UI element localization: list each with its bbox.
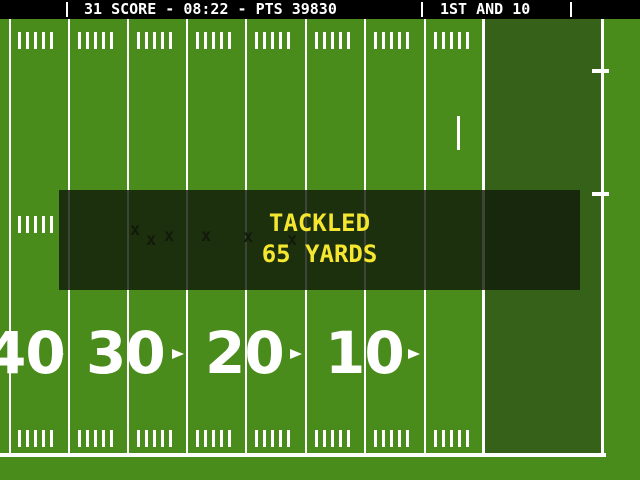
hash-marks [137, 430, 172, 447]
play-result-yards: 65 YARDS [261, 240, 378, 268]
hash-marks [196, 430, 231, 447]
direction-arrow-icon [172, 349, 184, 359]
direction-arrow-icon [408, 349, 420, 359]
hash-marks [255, 32, 290, 49]
play-result-banner: TACKLED 65 YARDS [59, 190, 580, 290]
hash-marks [255, 430, 290, 447]
hash-marks [196, 32, 231, 49]
yard-number-20: 20 [205, 319, 285, 387]
scoreboard-divider [570, 2, 572, 17]
yard-number-10: 10 [325, 319, 405, 387]
goalpost [457, 116, 460, 150]
hash-marks [78, 430, 113, 447]
hash-marks [315, 32, 350, 49]
hash-marks [315, 430, 350, 447]
scoreboard-divider [421, 2, 423, 17]
hash-marks [18, 216, 53, 233]
end-line [601, 17, 604, 453]
down-and-distance: 1ST AND 10 [440, 0, 531, 18]
play-result-title: TACKLED [268, 209, 371, 237]
scoreboard-divider [66, 2, 68, 17]
hash-marks [18, 32, 53, 49]
hash-marks [374, 430, 409, 447]
sideline-tick [592, 69, 609, 73]
hash-marks [434, 32, 469, 49]
yard-number-30: 30 [86, 319, 166, 387]
direction-arrow-icon [290, 349, 302, 359]
hash-marks [78, 32, 113, 49]
score-clock-points: 31 SCORE - 08:22 - PTS 39830 [84, 0, 337, 18]
sideline [0, 453, 606, 457]
hash-marks [434, 430, 469, 447]
direction-arrow-icon [52, 349, 64, 359]
scoreboard-bar: 31 SCORE - 08:22 - PTS 39830 1ST AND 10 [0, 0, 640, 19]
sideline-tick [592, 192, 609, 196]
hash-marks [374, 32, 409, 49]
hash-marks [137, 32, 172, 49]
hash-marks [18, 430, 53, 447]
